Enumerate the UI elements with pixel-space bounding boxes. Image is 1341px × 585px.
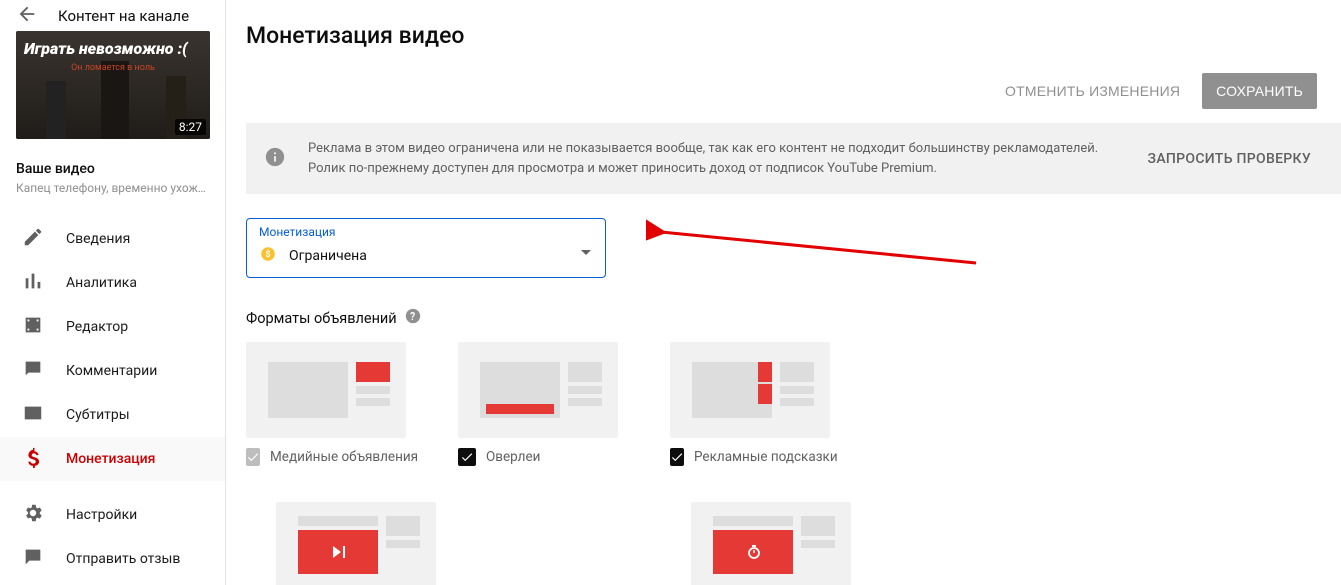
svg-text:$: $ [265, 249, 270, 260]
dollar-icon [22, 446, 44, 472]
info-icon [264, 146, 286, 172]
chevron-down-icon [581, 246, 591, 262]
ad-preview-skippable[interactable] [276, 502, 436, 585]
film-icon [22, 314, 44, 340]
skip-icon [331, 544, 347, 560]
sidebar-item-subtitles[interactable]: Субтитры [0, 393, 225, 437]
ad-format-label: Рекламные подсказки [694, 449, 838, 465]
video-thumbnail[interactable]: Играть невозможно :( Он ломается в ноль … [16, 31, 210, 139]
sidebar-item-details[interactable]: Сведения [0, 217, 225, 261]
back-label: Контент на канале [58, 7, 189, 25]
sidebar-item-settings[interactable]: Настройки [0, 493, 225, 537]
monetization-select[interactable]: Монетизация $ Ограничена [246, 218, 606, 278]
action-row: ОТМЕНИТЬ ИЗМЕНЕНИЯ СОХРАНИТЬ [246, 73, 1341, 109]
select-label: Монетизация [259, 225, 593, 239]
nav-label: Аналитика [66, 275, 137, 291]
sidebar-item-monetization[interactable]: Монетизация [0, 437, 225, 481]
gear-icon [22, 502, 44, 528]
ad-preview-cards [670, 342, 830, 438]
arrow-left-icon [16, 3, 38, 29]
content-body: Монетизация $ Ограничена Форматы объявле… [246, 194, 1341, 585]
ad-format-label: Медийные объявления [270, 449, 418, 465]
monetization-notice: Реклама в этом видео ограничена или не п… [246, 123, 1341, 194]
sidebar-item-feedback[interactable]: Отправить отзыв [0, 537, 225, 581]
save-button[interactable]: СОХРАНИТЬ [1202, 73, 1317, 109]
sidebar: Контент на канале Играть невозможно :( О… [0, 0, 226, 585]
checkbox-cards[interactable] [670, 448, 684, 466]
subtitles-icon [22, 402, 44, 428]
video-meta: Ваше видео Капец телефону, временно ухож… [0, 149, 225, 213]
ad-formats-title: Форматы объявлений [246, 310, 397, 327]
sidebar-item-analytics[interactable]: Аналитика [0, 261, 225, 305]
sidebar-nav: Сведения Аналитика Редактор Комментарии … [0, 213, 225, 585]
ad-formats-row-1: Медийные объявления Оверлеи [246, 342, 1341, 466]
video-meta-sub: Капец телефону, временно ухожу … [16, 181, 209, 195]
ad-format-overlay[interactable]: Оверлеи [458, 342, 618, 466]
ad-format-cards[interactable]: Рекламные подсказки [670, 342, 830, 466]
checkbox-display [246, 448, 260, 466]
ad-formats-header: Форматы объявлений [246, 308, 1341, 328]
page-title: Монетизация видео [246, 22, 1341, 49]
dollar-limited-icon: $ [259, 245, 277, 267]
checkbox-overlay[interactable] [458, 448, 476, 466]
request-review-button[interactable]: ЗАПРОСИТЬ ПРОВЕРКУ [1148, 151, 1317, 167]
thumb-overlay-sub: Он ломается в ноль [16, 63, 210, 73]
sidebar-item-editor[interactable]: Редактор [0, 305, 225, 349]
bars-icon [22, 270, 44, 296]
thumb-overlay-title: Играть невозможно :( [24, 39, 202, 58]
thumb-duration: 8:27 [175, 119, 206, 135]
ad-preview-display [246, 342, 406, 438]
nav-label: Сведения [66, 231, 130, 247]
pencil-icon [22, 226, 44, 252]
main: Монетизация видео ОТМЕНИТЬ ИЗМЕНЕНИЯ СОХ… [226, 0, 1341, 585]
ad-preview-overlay [458, 342, 618, 438]
nav-label: Отправить отзыв [66, 551, 180, 567]
nav-label: Монетизация [66, 451, 155, 467]
back-to-content[interactable]: Контент на канале [0, 0, 225, 31]
notice-text: Реклама в этом видео ограничена или не п… [308, 139, 1126, 178]
nav-label: Субтитры [66, 407, 130, 423]
video-meta-title: Ваше видео [16, 161, 209, 177]
stopwatch-icon [746, 544, 762, 560]
annotation-arrow [646, 218, 986, 278]
ad-formats-row-2 [246, 502, 1341, 585]
video-thumbnail-wrap: Играть невозможно :( Он ломается в ноль … [0, 31, 225, 149]
cancel-button[interactable]: ОТМЕНИТЬ ИЗМЕНЕНИЯ [991, 73, 1194, 109]
ad-preview-nonskippable[interactable] [691, 502, 851, 585]
sidebar-item-comments[interactable]: Комментарии [0, 349, 225, 393]
comment-icon [22, 358, 44, 384]
ad-format-display[interactable]: Медийные объявления [246, 342, 406, 466]
nav-label: Комментарии [66, 363, 157, 379]
feedback-icon [22, 546, 44, 572]
help-icon[interactable] [405, 308, 421, 328]
nav-label: Редактор [66, 319, 128, 335]
ad-format-label: Оверлеи [486, 449, 540, 465]
select-value: Ограничена [289, 248, 593, 264]
nav-label: Настройки [66, 507, 137, 523]
